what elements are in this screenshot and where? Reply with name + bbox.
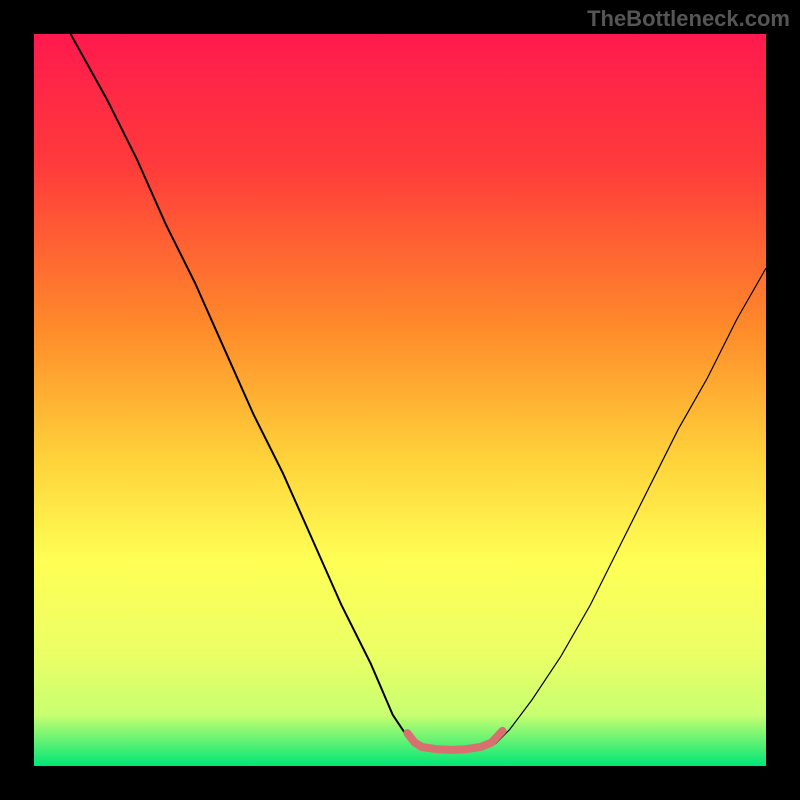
chart-plot-area bbox=[34, 34, 766, 766]
chart-background bbox=[34, 34, 766, 766]
chart-svg bbox=[34, 34, 766, 766]
watermark-text: TheBottleneck.com bbox=[587, 6, 790, 32]
